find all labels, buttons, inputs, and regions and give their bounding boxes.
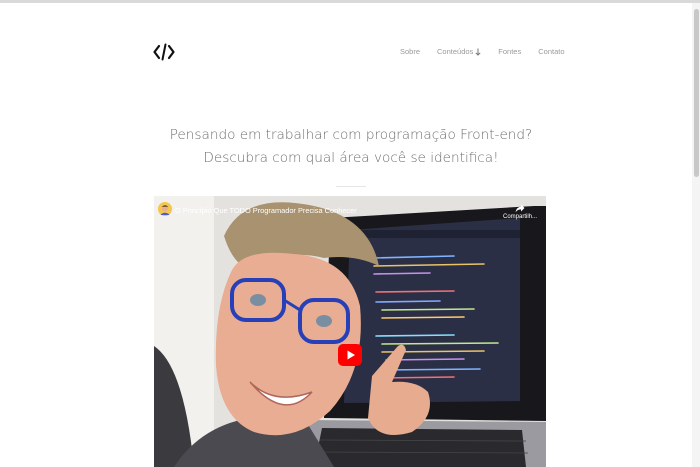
- share-button[interactable]: Compartilh...: [503, 204, 537, 220]
- arrow-down-icon[interactable]: [475, 48, 481, 56]
- nav-item-conteudos[interactable]: Conteúdos: [437, 47, 481, 56]
- video-title[interactable]: O Princípio Que TODO Programador Precisa…: [175, 206, 357, 215]
- page-headline: Pensando em trabalhar com programação Fr…: [169, 127, 533, 166]
- nav-item-label[interactable]: Sobre: [400, 47, 420, 56]
- nav-item-fontes[interactable]: Fontes: [498, 47, 521, 56]
- nav-item-label[interactable]: Fontes: [498, 47, 521, 56]
- browser-top-strip: [0, 0, 700, 3]
- youtube-video-embed[interactable]: O Princípio Que TODO Programador Precisa…: [154, 196, 546, 467]
- share-arrow-icon: [515, 204, 525, 213]
- code-brackets-icon[interactable]: [153, 42, 175, 62]
- nav-item-label[interactable]: Contato: [538, 47, 564, 56]
- headline-divider: [336, 186, 366, 187]
- nav-item-label[interactable]: Conteúdos: [437, 47, 473, 56]
- scrollbar[interactable]: [692, 3, 700, 467]
- channel-avatar-icon[interactable]: [158, 202, 172, 216]
- share-label: Compartilh...: [503, 214, 538, 220]
- video-thumbnail: [154, 196, 546, 467]
- youtube-play-icon[interactable]: [338, 344, 362, 366]
- nav-item-sobre[interactable]: Sobre: [400, 47, 420, 56]
- scrollbar-thumb[interactable]: [694, 9, 699, 177]
- nav-item-contato[interactable]: Contato: [538, 47, 564, 56]
- main-nav: Sobre Conteúdos Fontes Contato: [400, 47, 565, 56]
